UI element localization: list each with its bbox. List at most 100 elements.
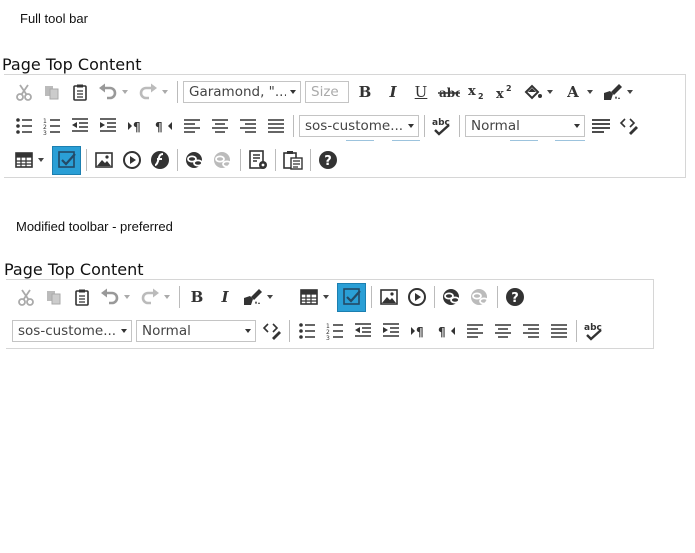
source-code-icon[interactable] [260, 319, 284, 343]
format-select[interactable]: Normal [465, 115, 585, 141]
table-icon[interactable] [12, 148, 36, 172]
svg-text:x: x [496, 87, 504, 101]
full-toolbar-row-2: 123 ¶ ¶ sos-custome... abc Normal [10, 111, 643, 141]
undo-dropdown-icon[interactable] [124, 295, 130, 299]
spellcheck-icon[interactable]: abc [582, 319, 606, 343]
align-left-icon[interactable] [463, 319, 487, 343]
numbered-list-icon[interactable]: 123 [40, 114, 64, 138]
cut-icon[interactable] [14, 285, 38, 309]
redo-icon[interactable] [136, 80, 160, 104]
highlight-dropdown-icon[interactable] [547, 90, 553, 94]
combo-underline [346, 140, 374, 141]
table-icon[interactable] [297, 285, 321, 309]
font-family-value: Garamond, "... [189, 84, 286, 100]
paste-icon[interactable] [68, 80, 92, 104]
svg-text:¶: ¶ [133, 120, 141, 134]
styles-select[interactable]: sos-custome... [299, 115, 420, 141]
strikethrough-icon[interactable]: abc [437, 80, 461, 104]
undo-dropdown-icon[interactable] [122, 90, 128, 94]
help-icon[interactable]: ? [316, 148, 340, 172]
bold-icon[interactable]: B [353, 80, 377, 104]
align-right-icon[interactable] [236, 114, 260, 138]
format-painter-dropdown-icon[interactable] [267, 295, 273, 299]
numbered-list-icon[interactable]: 123 [323, 319, 347, 343]
checklist-icon[interactable] [52, 145, 81, 175]
modified-section-label: Page Top Content [4, 260, 144, 279]
copy-icon[interactable] [42, 285, 66, 309]
full-toolbar-row-1: Garamond, "... Size B I U abc x2 x2 A [10, 77, 639, 107]
chevron-down-icon [121, 329, 127, 333]
font-family-select[interactable]: Garamond, "... [183, 81, 301, 103]
page-properties-icon[interactable] [246, 148, 270, 172]
font-size-select[interactable]: Size [305, 81, 349, 103]
line-height-icon[interactable] [589, 114, 613, 138]
table-dropdown-icon[interactable] [38, 158, 44, 162]
ltr-direction-icon[interactable]: ¶ [407, 319, 431, 343]
styles-select[interactable]: sos-custome... [12, 320, 132, 342]
rtl-direction-icon[interactable]: ¶ [435, 319, 459, 343]
indent-icon[interactable] [379, 319, 403, 343]
link-icon[interactable] [440, 285, 464, 309]
copy-icon[interactable] [40, 80, 64, 104]
source-code-icon[interactable] [617, 114, 641, 138]
redo-icon[interactable] [138, 285, 162, 309]
redo-dropdown-icon[interactable] [164, 295, 170, 299]
indent-icon[interactable] [96, 114, 120, 138]
help-icon[interactable]: ? [503, 285, 527, 309]
cut-icon[interactable] [12, 80, 36, 104]
text-color-icon[interactable]: A [561, 80, 585, 104]
italic-icon[interactable]: I [213, 285, 237, 309]
separator [371, 286, 372, 308]
paste-from-word-icon[interactable] [281, 148, 305, 172]
outdent-icon[interactable] [68, 114, 92, 138]
format-painter-icon[interactable] [601, 80, 625, 104]
flash-icon[interactable] [148, 148, 172, 172]
outdent-icon[interactable] [351, 319, 375, 343]
full-toolbar-row-3: ? [10, 145, 342, 175]
font-size-placeholder: Size [311, 84, 339, 100]
align-right-icon[interactable] [519, 319, 543, 343]
modified-toolbar-caption: Modified toolbar - preferred [16, 219, 173, 234]
bold-icon[interactable]: B [185, 285, 209, 309]
undo-icon[interactable] [98, 285, 122, 309]
svg-text:2: 2 [506, 84, 512, 93]
bulleted-list-icon[interactable] [12, 114, 36, 138]
separator [310, 149, 311, 171]
spellcheck-icon[interactable]: abc [430, 114, 454, 138]
text-color-dropdown-icon[interactable] [587, 90, 593, 94]
format-value: Normal [142, 323, 191, 339]
checklist-icon[interactable] [337, 282, 366, 312]
video-icon[interactable] [120, 148, 144, 172]
full-toolbar-editor: Garamond, "... Size B I U abc x2 x2 A 1 … [4, 74, 686, 178]
align-center-icon[interactable] [491, 319, 515, 343]
align-left-icon[interactable] [180, 114, 204, 138]
undo-icon[interactable] [96, 80, 120, 104]
image-icon[interactable] [92, 148, 116, 172]
separator [293, 115, 294, 137]
underline-icon[interactable]: U [409, 80, 433, 104]
ltr-direction-icon[interactable]: ¶ [124, 114, 148, 138]
format-select[interactable]: Normal [136, 320, 256, 342]
table-dropdown-icon[interactable] [323, 295, 329, 299]
bulleted-list-icon[interactable] [295, 319, 319, 343]
video-icon[interactable] [405, 285, 429, 309]
unlink-icon[interactable] [211, 148, 235, 172]
align-center-icon[interactable] [208, 114, 232, 138]
italic-icon[interactable]: I [381, 80, 405, 104]
paste-icon[interactable] [70, 285, 94, 309]
modified-toolbar-editor: B I ? sos-custome... Normal 1 2 3 ¶ ¶ ab… [6, 279, 654, 349]
svg-text:?: ? [511, 291, 519, 306]
redo-dropdown-icon[interactable] [162, 90, 168, 94]
image-icon[interactable] [377, 285, 401, 309]
format-painter-dropdown-icon[interactable] [627, 90, 633, 94]
superscript-icon[interactable]: x2 [493, 80, 517, 104]
format-painter-icon[interactable] [241, 285, 265, 309]
combo-underline [555, 140, 585, 141]
subscript-icon[interactable]: x2 [465, 80, 489, 104]
link-icon[interactable] [183, 148, 207, 172]
highlight-color-icon[interactable] [521, 80, 545, 104]
align-justify-icon[interactable] [547, 319, 571, 343]
rtl-direction-icon[interactable]: ¶ [152, 114, 176, 138]
align-justify-icon[interactable] [264, 114, 288, 138]
unlink-icon[interactable] [468, 285, 492, 309]
